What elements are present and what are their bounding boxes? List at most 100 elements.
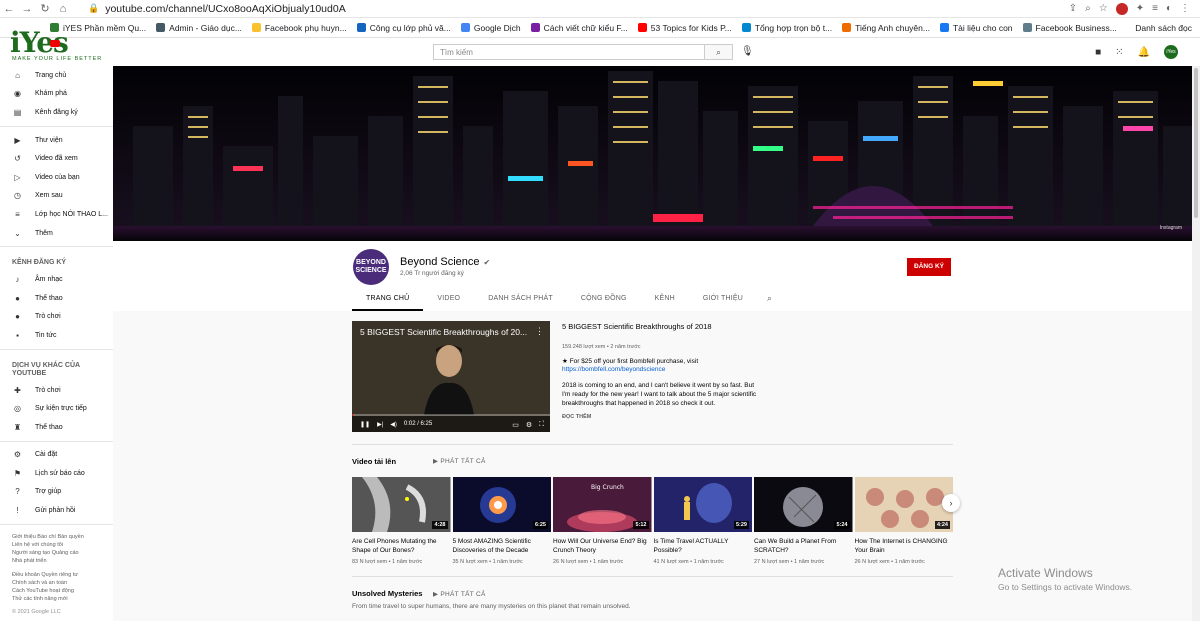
sidebar-item[interactable]: ● Thể thao	[0, 289, 113, 308]
next-icon[interactable]: ▶|	[377, 421, 383, 428]
video-thumbnail[interactable]: 4:28	[352, 477, 451, 532]
sidebar-item[interactable]: ♜ Thể thao	[0, 418, 113, 437]
sidebar-item[interactable]: ⌄ Thêm	[0, 224, 113, 243]
bookmark-item[interactable]: Facebook phụ huyn...	[251, 23, 347, 33]
footer-link[interactable]: Giới thiệu Báo chí Bản quyền	[12, 533, 101, 541]
bookmark-item[interactable]: 53 Topics for Kids P...	[637, 23, 732, 33]
bookmark-item[interactable]: Cách viết chữ kiểu F...	[530, 23, 628, 33]
sidebar-item[interactable]: ▤ Kênh đăng ký	[0, 103, 113, 122]
video-card[interactable]: 4:28 Are Cell Phones Mutating the Shape o…	[352, 477, 451, 565]
sidebar-item[interactable]: ▪ Tin tức	[0, 326, 113, 345]
channel-tab[interactable]: KÊNH	[641, 291, 689, 311]
fullscreen-icon[interactable]: ⛶	[539, 421, 544, 429]
footer-link[interactable]: Nhà phát triển	[12, 557, 101, 565]
create-video-icon[interactable]: ■	[1095, 47, 1101, 58]
volume-icon[interactable]: ◀)	[390, 421, 397, 428]
video-title[interactable]: How The Internet is CHANGING Your Brain	[855, 537, 954, 557]
sidebar-item[interactable]: ! Gửi phản hồi	[0, 501, 113, 520]
sidebar-item[interactable]: ⌂ Trang chủ	[0, 66, 113, 85]
video-card[interactable]: 6:25 5 Most AMAZING Scientific Discoverie…	[452, 477, 552, 565]
share-icon[interactable]: ⇪	[1069, 3, 1077, 15]
sidebar-item[interactable]: ≡ Lớp học NÓI THAO L...	[0, 205, 113, 224]
footer-link[interactable]: Cách YouTube hoạt động	[12, 587, 101, 595]
video-title[interactable]: 5 Most AMAZING Scientific Discoveries of…	[453, 537, 552, 557]
subscribe-button[interactable]: ĐĂNG KÝ	[907, 258, 951, 276]
video-thumbnail[interactable]: 5:24	[754, 477, 853, 532]
playlist-icon[interactable]: ≡	[1152, 3, 1158, 15]
avatar[interactable]: iYes	[1164, 45, 1178, 59]
channel-tab[interactable]: GIỚI THIỆU	[689, 291, 757, 311]
playlist-title[interactable]: Unsolved Mysteries	[352, 589, 422, 598]
channel-logo[interactable]: iYes MAKE YOUR LIFE BETTER	[10, 26, 101, 64]
featured-video-player[interactable]: 5 BIGGEST Scientific Breakthroughs of 20…	[352, 321, 550, 432]
footer-link[interactable]: Điều khoản Quyền riêng tư	[12, 571, 101, 579]
channel-tab[interactable]: TRANG CHỦ	[352, 291, 424, 311]
video-thumbnail[interactable]: 4:24	[854, 477, 953, 532]
star-icon[interactable]: ☆	[1099, 3, 1108, 15]
channel-tab[interactable]: CỘNG ĐỒNG	[567, 291, 641, 311]
forward-icon[interactable]: →	[18, 3, 36, 15]
profile-icon[interactable]: ◐	[1166, 3, 1172, 15]
address-bar[interactable]: 🔒 youtube.com/channel/UCxo8ooAqXiObjualy…	[88, 3, 1069, 15]
sidebar-item[interactable]: ✚ Trò chơi	[0, 381, 113, 400]
bookmark-item[interactable]: Tài liệu cho con	[939, 23, 1013, 33]
channel-search-icon[interactable]: ⌕	[757, 291, 782, 311]
bookmark-item[interactable]: Tiếng Anh chuyên...	[842, 23, 930, 33]
sidebar-item[interactable]: ? Trợ giúp	[0, 483, 113, 502]
notifications-icon[interactable]: 🔔	[1138, 47, 1150, 58]
footer-link[interactable]: Liên hệ với chúng tôi	[12, 541, 101, 549]
sidebar-item[interactable]: ♪ Âm nhạc	[0, 270, 113, 289]
pause-icon[interactable]: ❚❚	[360, 421, 370, 428]
sidebar-item[interactable]: ⚑ Lịch sử báo cáo	[0, 464, 113, 483]
uploads-play-all[interactable]: ▶ PHÁT TẤT CẢ	[433, 457, 486, 465]
featured-video-title[interactable]: 5 BIGGEST Scientific Breakthroughs of 20…	[562, 322, 762, 331]
menu-icon[interactable]: ⋮	[1180, 3, 1190, 15]
sidebar-item[interactable]: ▷ Video của bạn	[0, 168, 113, 187]
page-scrollbar[interactable]	[1192, 66, 1200, 621]
more-icon[interactable]: ⋮	[535, 326, 544, 337]
captions-icon[interactable]: ▭	[512, 421, 519, 429]
apps-icon[interactable]: ⁙	[1115, 47, 1123, 58]
bookmark-item[interactable]: Công cụ lớp phủ vă...	[356, 23, 451, 33]
search-button[interactable]: ⌕	[705, 44, 733, 60]
uploads-title[interactable]: Video tải lên	[352, 457, 396, 466]
sidebar-item[interactable]: ● Trò chơi	[0, 308, 113, 327]
video-card[interactable]: 5:29 Is Time Travel ACTUALLY Possible? 41 …	[653, 477, 753, 565]
sidebar-item[interactable]: ↺ Video đã xem	[0, 149, 113, 168]
sidebar-item[interactable]: ◷ Xem sau	[0, 187, 113, 206]
playlist-play-all[interactable]: ▶ PHÁT TẤT CẢ	[433, 590, 486, 598]
sidebar-item[interactable]: ▶ Thư viện	[0, 131, 113, 150]
extension-icon[interactable]	[1115, 2, 1128, 15]
footer-link[interactable]: Người sáng tạo Quảng cáo	[12, 549, 101, 557]
sidebar-item[interactable]: ◉ Khám phá	[0, 85, 113, 104]
video-card[interactable]: 5:24 Can We Build a Planet From SCRATCH? 2…	[754, 477, 853, 565]
puzzle-icon[interactable]: ✦	[1136, 3, 1144, 15]
search-input[interactable]: Tìm kiếm	[433, 44, 705, 60]
reading-list[interactable]: Danh sách đọc	[1135, 23, 1192, 33]
reload-icon[interactable]: ↻	[36, 2, 54, 15]
video-title[interactable]: Can We Build a Planet From SCRATCH?	[754, 537, 853, 557]
bookmark-item[interactable]: Admin - Giáo dục...	[156, 23, 242, 33]
zoom-icon[interactable]: ⌕	[1085, 3, 1091, 15]
microphone-icon[interactable]: 🎙	[741, 46, 754, 57]
bookmark-item[interactable]: Facebook Business...	[1022, 23, 1117, 33]
video-title[interactable]: How Will Our Universe End? Big Crunch Th…	[553, 537, 652, 557]
channel-avatar[interactable]: BEYOND SCIENCE	[353, 249, 389, 285]
promo-link[interactable]: https://bombfell.com/beyondscience	[562, 366, 762, 373]
sidebar-item[interactable]: ⚙ Cài đặt	[0, 446, 113, 465]
video-card[interactable]: 4:24 How The Internet is CHANGING Your Br…	[854, 477, 954, 565]
settings-icon[interactable]: ⚙	[526, 421, 532, 429]
sidebar-item[interactable]: ◎ Sự kiện trực tiếp	[0, 399, 113, 418]
footer-link[interactable]: Chính sách và an toàn	[12, 579, 101, 587]
next-arrow-icon[interactable]: ›	[942, 494, 960, 512]
video-title[interactable]: Is Time Travel ACTUALLY Possible?	[654, 537, 753, 557]
back-icon[interactable]: ←	[0, 3, 18, 15]
bookmark-item[interactable]: Tổng hợp trọn bộ t...	[741, 23, 832, 33]
channel-tab[interactable]: VIDEO	[423, 291, 474, 311]
video-title[interactable]: Are Cell Phones Mutating the Shape of Ou…	[352, 537, 451, 557]
scrollbar-thumb[interactable]	[1194, 68, 1198, 218]
channel-tab[interactable]: DANH SÁCH PHÁT	[474, 291, 567, 311]
video-thumbnail[interactable]: 6:25	[452, 477, 551, 532]
video-thumbnail[interactable]: Big Crunch 5:12	[553, 477, 652, 532]
home-icon[interactable]: ⌂	[54, 3, 72, 15]
